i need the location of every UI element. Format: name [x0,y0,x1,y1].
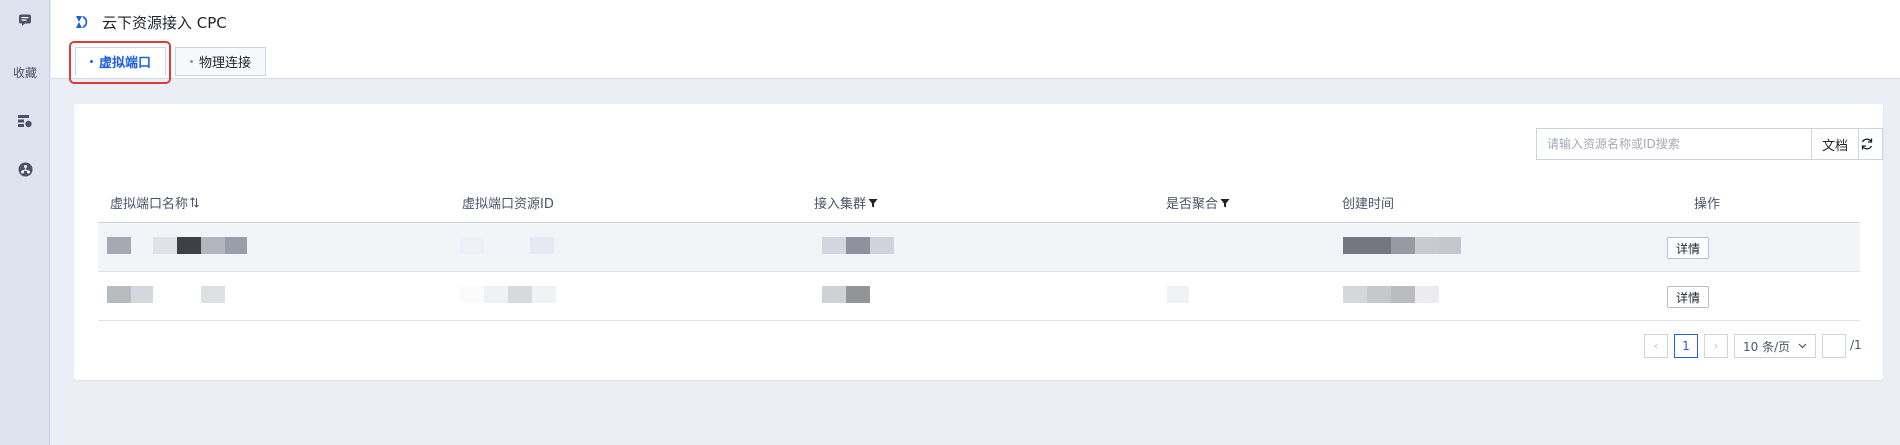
redacted-created-time [1343,237,1461,254]
tab-dot-icon [190,60,193,63]
column-header-name[interactable]: 虚拟端口名称 [110,193,199,212]
refresh-icon [1861,138,1873,150]
search-box[interactable] [1536,128,1838,160]
page-jump-input[interactable] [1822,334,1846,358]
page-size-select[interactable]: 10 条/页 [1734,334,1816,358]
network-icon[interactable] [0,158,50,180]
redacted-name [107,286,225,303]
page-title: 云下资源接入 CPC [102,14,227,32]
next-page-button[interactable]: › [1704,334,1728,358]
favorites-label: 收藏 [12,65,37,80]
column-header-actions: 操作 [1694,197,1721,212]
redacted-created-time [1343,286,1439,303]
table-header: 虚拟端口名称 虚拟端口资源ID 接入集群 是否聚合 创建时间 操作 [98,180,1860,223]
table-row: 详情 [98,272,1860,321]
column-header-cluster[interactable]: 接入集群 [814,193,878,212]
message-icon[interactable] [0,10,50,30]
detail-button[interactable]: 详情 [1667,237,1710,259]
redacted-cluster [822,237,894,254]
redacted-aggregated [1167,286,1189,303]
main-card: 虚拟端口名称 虚拟端口资源ID 接入集群 是否聚合 创建时间 操作 [74,104,1883,380]
page-header: 云下资源接入 CPC 虚拟端口 物理连接 [51,0,1900,79]
product-logo-icon [76,16,88,28]
sort-icon[interactable] [190,197,199,208]
chevron-down-icon [1798,343,1807,349]
cloud-server-icon[interactable] [0,110,50,132]
virtual-port-table: 虚拟端口名称 虚拟端口资源ID 接入集群 是否聚合 创建时间 操作 详情 详情 [98,180,1860,321]
redacted-resource-id [460,286,556,303]
tab-physical-connection[interactable]: 物理连接 [175,47,267,76]
column-header-created-time: 创建时间 [1342,197,1395,212]
detail-button[interactable]: 详情 [1667,286,1710,308]
filter-icon[interactable] [868,198,878,208]
redacted-cluster [822,286,870,303]
docs-button[interactable]: 文档 [1811,128,1859,160]
left-rail: 收藏 [0,0,50,445]
favorites-link[interactable]: 收藏 [0,62,50,82]
active-tab-highlight [69,41,171,84]
table-row: 详情 [98,223,1860,272]
search-input[interactable] [1547,137,1816,151]
page-size-label: 10 条/页 [1743,339,1791,354]
column-header-resource-id: 虚拟端口资源ID [462,197,554,212]
column-header-aggregated[interactable]: 是否聚合 [1166,193,1230,212]
filter-icon[interactable] [1220,198,1230,208]
redacted-resource-id [460,237,570,254]
tab-label: 物理连接 [199,56,252,71]
total-pages-label: /1 [1850,338,1862,352]
prev-page-button[interactable]: ‹ [1644,334,1668,358]
redacted-name [107,237,247,254]
page-number-button[interactable]: 1 [1674,334,1698,358]
